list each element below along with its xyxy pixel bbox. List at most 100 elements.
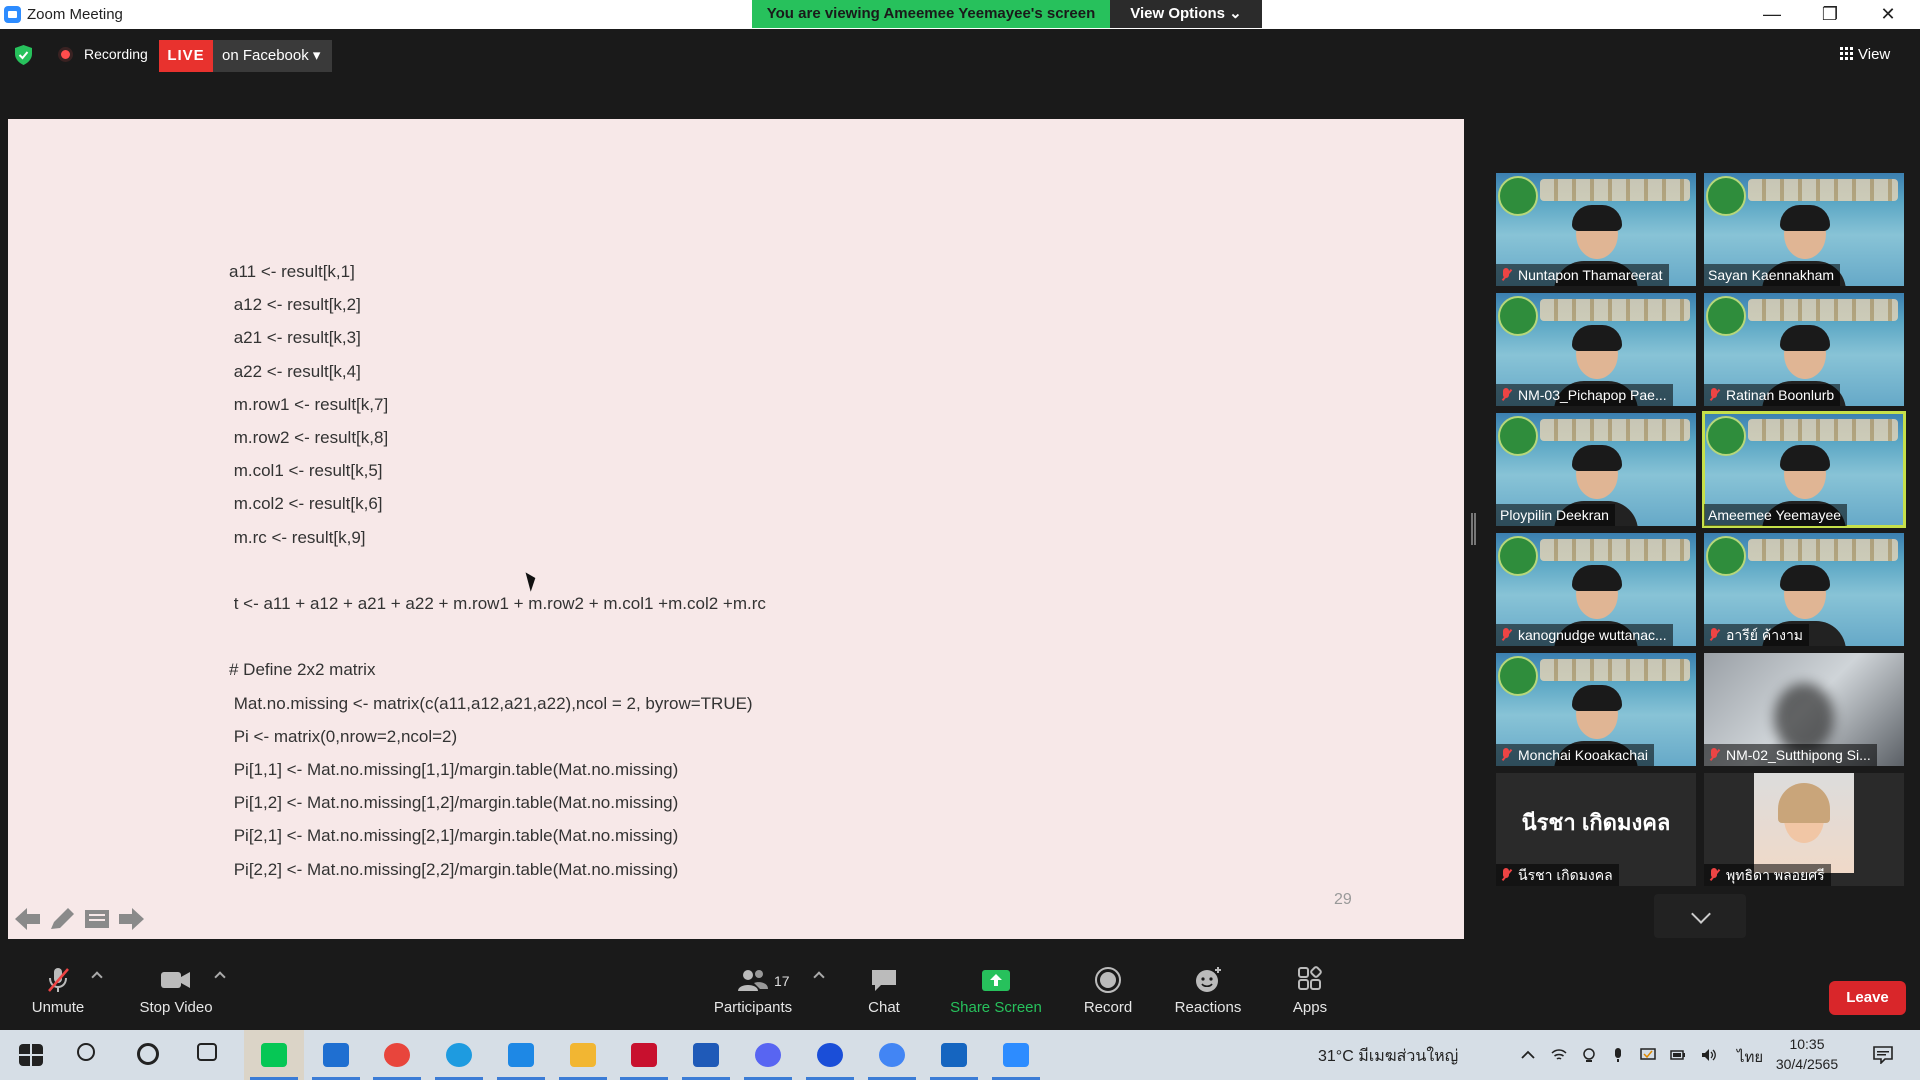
share-screen-button[interactable]: Share Screen — [946, 965, 1046, 1016]
taskbar-zoom-button[interactable] — [986, 1030, 1046, 1080]
participant-name-bar: NM-02_Sutthipong Si... — [1704, 744, 1877, 766]
taskbar-line-button[interactable] — [244, 1030, 304, 1080]
code-line: m.col1 <- result[k,5] — [229, 461, 383, 480]
meeting-area: Recording LIVE on Facebook ▾ View a11 <-… — [0, 29, 1920, 959]
webex-icon — [817, 1043, 843, 1067]
code-line: Pi[1,1] <- Mat.no.missing[1,1]/margin.ta… — [229, 760, 679, 779]
cortana-icon — [137, 1043, 159, 1065]
apps-button[interactable]: Apps — [1284, 965, 1336, 1016]
chat-label: Chat — [868, 999, 900, 1016]
mic-muted-icon — [1500, 868, 1512, 882]
battery-icon[interactable] — [1670, 1047, 1686, 1063]
gallery-scroll-down-button[interactable] — [1654, 894, 1746, 938]
clock-time: 10:35 — [1789, 1036, 1825, 1052]
participant-tile[interactable]: Ameemee Yeemayee — [1702, 411, 1906, 528]
close-button[interactable]: ✕ — [1859, 0, 1917, 29]
unmute-label: Unmute — [31, 999, 85, 1016]
virtual-background-banner — [1748, 539, 1898, 561]
previous-slide-icon[interactable] — [13, 905, 43, 933]
taskbar-start-button[interactable] — [0, 1030, 60, 1080]
taskbar-file-explorer-button[interactable] — [553, 1030, 613, 1080]
participant-tile[interactable]: Sayan Kaennakham — [1704, 173, 1904, 286]
reactions-button[interactable]: Reactions — [1170, 965, 1246, 1016]
code-line: Pi <- matrix(0,nrow=2,ncol=2) — [229, 727, 458, 746]
participant-tile[interactable]: Monchai Kooakachai — [1496, 653, 1696, 766]
network-icon[interactable] — [1551, 1047, 1567, 1063]
stop-video-button[interactable]: Stop Video — [132, 965, 220, 1016]
taskbar-lark-button[interactable] — [491, 1030, 551, 1080]
mic-muted-icon — [1708, 868, 1720, 882]
live-platform-dropdown[interactable]: on Facebook ▾ — [213, 40, 332, 72]
taskbar-edge-button[interactable] — [429, 1030, 489, 1080]
taskbar-cortana-button[interactable] — [120, 1030, 180, 1080]
taskbar-discord-button[interactable] — [738, 1030, 798, 1080]
virtual-background-banner — [1540, 299, 1690, 321]
viewing-screen-banner: You are viewing Ameemee Yeemayee's scree… — [752, 0, 1110, 28]
taskbar-webex-button[interactable] — [800, 1030, 860, 1080]
university-logo-icon — [1706, 296, 1746, 336]
virtual-background-banner — [1540, 419, 1690, 441]
participants-icon — [738, 970, 768, 991]
show-hidden-icons-icon[interactable] — [1520, 1047, 1536, 1063]
participant-tile[interactable]: อารีย์ ค้างาม — [1704, 533, 1904, 646]
webcam-icon[interactable] — [1581, 1047, 1597, 1063]
taskbar-chrome-profile-button[interactable] — [862, 1030, 922, 1080]
view-options-button[interactable]: View Options ⌄ — [1110, 0, 1262, 28]
restore-button[interactable]: ❐ — [1801, 0, 1859, 29]
microphone-icon[interactable] — [1610, 1047, 1626, 1063]
taskbar-task-view-button[interactable] — [180, 1030, 240, 1080]
clock[interactable]: 10:35 30/4/2565 — [1757, 1034, 1857, 1074]
university-logo-icon — [1498, 176, 1538, 216]
taskbar-word-button[interactable] — [676, 1030, 736, 1080]
participant-name: Sayan Kaennakham — [1708, 267, 1835, 283]
taskbar-search-button[interactable] — [60, 1030, 120, 1080]
unmute-button[interactable]: Unmute — [20, 965, 96, 1016]
chrome-icon — [384, 1043, 410, 1067]
participant-tile[interactable]: Ploypilin Deekran — [1496, 413, 1696, 526]
profile-picture — [1754, 773, 1854, 873]
participant-tile[interactable]: Nuntapon Thamareerat — [1496, 173, 1696, 286]
recording-icon — [58, 47, 73, 62]
reactions-label: Reactions — [1174, 999, 1242, 1016]
mic-muted-icon — [1500, 748, 1512, 762]
pen-icon[interactable] — [47, 905, 77, 933]
volume-icon[interactable] — [1701, 1047, 1717, 1063]
participants-options-caret[interactable] — [813, 971, 825, 983]
slide-menu-icon[interactable] — [82, 905, 112, 933]
stop-video-label: Stop Video — [139, 999, 213, 1016]
weather-widget[interactable]: 31°C มีเมฆส่วนใหญ่ — [1318, 1044, 1458, 1069]
video-camera-icon — [161, 972, 190, 988]
next-slide-icon[interactable] — [116, 905, 146, 933]
code-line: Pi[2,1] <- Mat.no.missing[2,1]/margin.ta… — [229, 826, 679, 845]
shared-screen[interactable]: a11 <- result[k,1] a12 <- result[k,2] a2… — [8, 119, 1464, 939]
record-icon — [1095, 967, 1121, 993]
mic-muted-icon — [1708, 748, 1720, 762]
notifications-icon[interactable] — [1873, 1046, 1893, 1064]
participant-tile[interactable]: kanognudge wuttanac... — [1496, 533, 1696, 646]
participant-tile[interactable]: พุทธิดา พลอยศรี — [1704, 773, 1904, 886]
university-logo-icon — [1498, 416, 1538, 456]
taskbar-mcafee-button[interactable] — [614, 1030, 674, 1080]
participant-tile[interactable]: นีรชา เกิดมงคล นีรชา เกิดมงคล — [1496, 773, 1696, 886]
leave-button[interactable]: Leave — [1829, 981, 1906, 1015]
recording-label[interactable]: Recording — [84, 46, 148, 62]
code-line: # Define 2x2 matrix — [229, 660, 376, 679]
taskbar-photos-button[interactable] — [924, 1030, 984, 1080]
display-icon[interactable] — [1640, 1047, 1656, 1063]
photos-icon — [941, 1043, 967, 1067]
virtual-background-banner — [1540, 659, 1690, 681]
taskbar-mail-button[interactable] — [306, 1030, 366, 1080]
record-button[interactable]: Record — [1080, 965, 1136, 1016]
panel-splitter[interactable] — [1471, 513, 1476, 545]
view-button[interactable]: View — [1840, 40, 1908, 70]
university-logo-icon — [1498, 656, 1538, 696]
minimize-button[interactable]: — — [1743, 0, 1801, 29]
task-view-icon — [197, 1043, 217, 1061]
participant-tile[interactable]: NM-02_Sutthipong Si... — [1704, 653, 1904, 766]
code-line: t <- a11 + a12 + a21 + a22 + m.row1 + m.… — [229, 594, 766, 613]
encryption-shield-icon[interactable] — [15, 45, 32, 65]
participant-tile[interactable]: NM-03_Pichapop Pae... — [1496, 293, 1696, 406]
taskbar-chrome-button[interactable] — [367, 1030, 427, 1080]
participant-tile[interactable]: Ratinan Boonlurb — [1704, 293, 1904, 406]
chat-button[interactable]: Chat — [858, 965, 910, 1016]
